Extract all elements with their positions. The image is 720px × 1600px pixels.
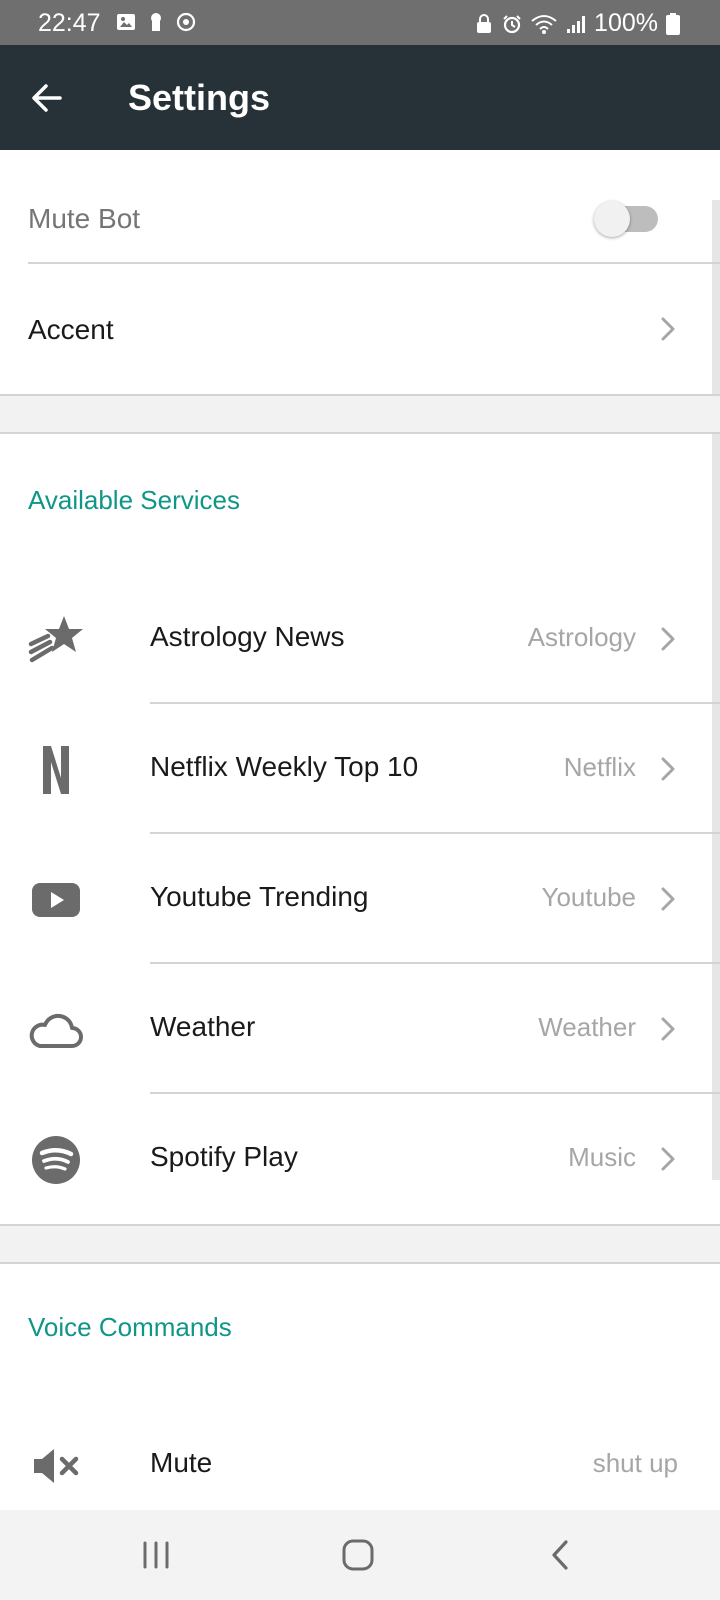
accent-label: Accent	[28, 314, 114, 345]
back-nav-button[interactable]	[530, 1530, 590, 1580]
service-row-youtube[interactable]: Youtube Trending Youtube	[0, 834, 720, 964]
service-category: Youtube	[541, 882, 636, 912]
voice-command-row-mute[interactable]: Mute shut up	[0, 1400, 720, 1510]
service-title: Youtube Trending	[150, 881, 369, 912]
home-button[interactable]	[328, 1530, 388, 1580]
page-title: Settings	[128, 77, 271, 118]
available-services-header: Available Services	[28, 485, 240, 515]
shooting-star-icon	[28, 614, 84, 666]
voice-command-title: Mute	[150, 1447, 213, 1478]
signal-icon	[567, 15, 586, 33]
keyhole-icon	[151, 13, 161, 31]
toggle-knob	[594, 201, 630, 237]
chevron-left-icon	[552, 1540, 568, 1570]
wifi-icon	[531, 14, 557, 34]
service-title: Netflix Weekly Top 10	[150, 751, 419, 782]
alarm-icon	[503, 14, 521, 33]
status-system-icons: 100%	[474, 9, 680, 38]
battery-icon	[666, 12, 680, 35]
service-category: Netflix	[563, 752, 636, 782]
chevron-right-icon	[661, 757, 675, 781]
accent-row[interactable]: Accent	[0, 264, 720, 394]
settings-list[interactable]: Mute Bot Accent Available Services Astro…	[0, 150, 720, 1510]
gallery-icon	[117, 14, 135, 30]
sync-icon	[176, 12, 196, 32]
arrow-left-icon	[32, 84, 62, 112]
system-nav-bar	[0, 1510, 720, 1600]
cloud-icon	[28, 1004, 84, 1056]
service-row-netflix[interactable]: Netflix Weekly Top 10 Netflix	[0, 704, 720, 834]
netflix-icon	[28, 744, 84, 796]
home-icon	[342, 1539, 374, 1571]
service-category: Weather	[538, 1012, 636, 1042]
service-category: Astrology	[527, 622, 636, 652]
back-button[interactable]	[22, 73, 72, 123]
volume-mute-icon	[28, 1440, 84, 1492]
chevron-right-icon	[661, 887, 675, 911]
voice-command-phrase: shut up	[592, 1448, 678, 1478]
status-time: 22:47	[38, 9, 101, 37]
mute-bot-row[interactable]: Mute Bot	[0, 150, 720, 264]
chevron-right-icon	[661, 1017, 675, 1041]
chevron-right-icon	[661, 317, 675, 341]
status-notification-icons	[116, 12, 196, 32]
mute-bot-toggle[interactable]	[594, 201, 658, 237]
spotify-icon	[28, 1134, 84, 1186]
section-gap	[0, 1224, 720, 1264]
service-row-spotify[interactable]: Spotify Play Music	[0, 1094, 720, 1224]
chevron-right-icon	[661, 1147, 675, 1171]
recent-apps-button[interactable]	[126, 1530, 186, 1580]
youtube-icon	[28, 874, 84, 926]
lock-icon	[477, 13, 492, 33]
service-row-weather[interactable]: Weather Weather	[0, 964, 720, 1094]
voice-commands-header: Voice Commands	[28, 1312, 232, 1342]
battery-percent: 100%	[594, 9, 658, 37]
service-row-astrology[interactable]: Astrology News Astrology	[0, 574, 720, 704]
service-title: Weather	[150, 1011, 256, 1042]
recent-apps-icon	[143, 1541, 169, 1569]
service-title: Spotify Play	[150, 1141, 298, 1172]
status-bar: 22:47 100%	[0, 0, 720, 45]
chevron-right-icon	[661, 627, 675, 651]
service-title: Astrology News	[150, 621, 345, 652]
section-gap	[0, 394, 720, 434]
service-category: Music	[568, 1142, 636, 1172]
mute-bot-label: Mute Bot	[28, 203, 141, 234]
app-bar: Settings	[0, 45, 720, 150]
